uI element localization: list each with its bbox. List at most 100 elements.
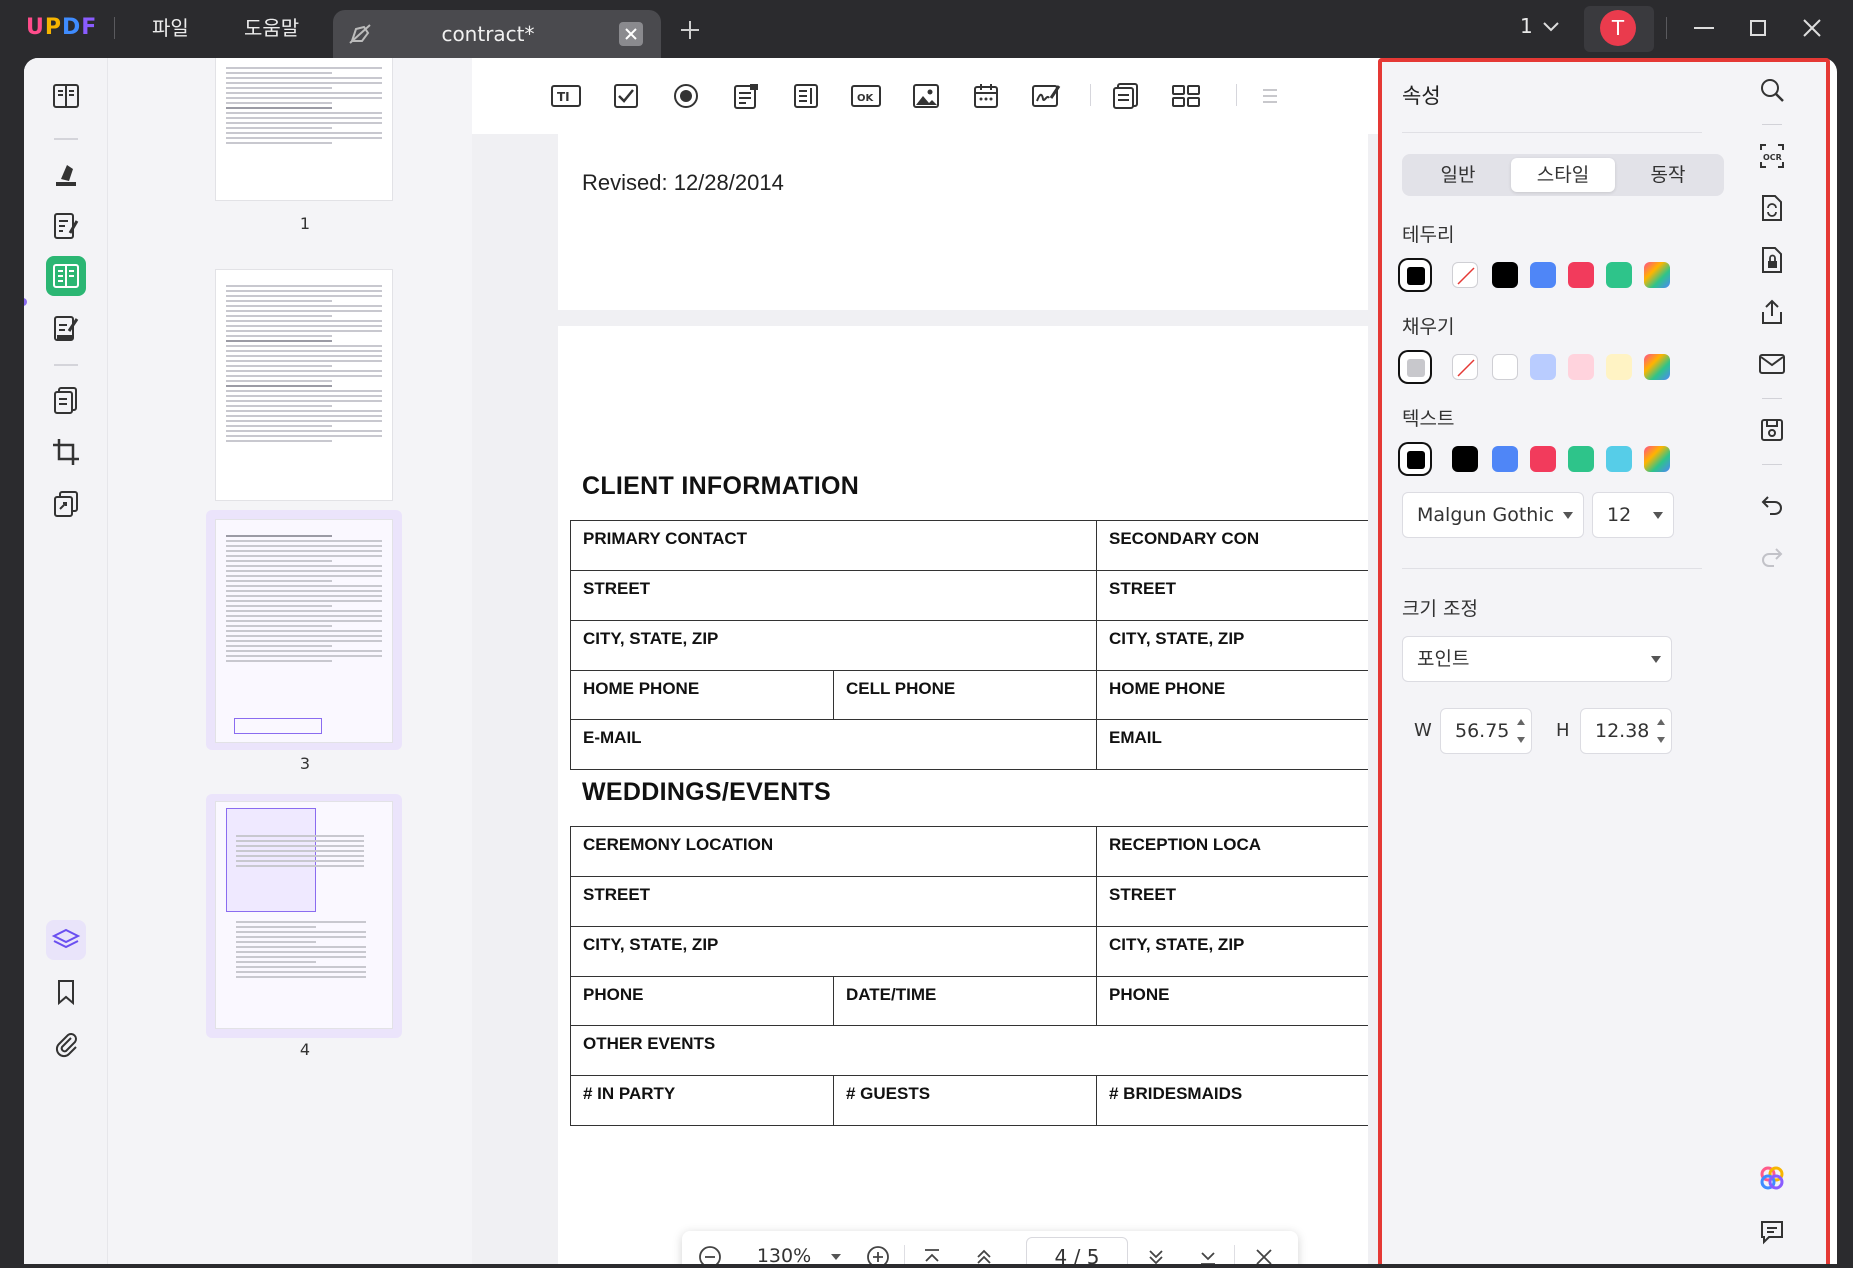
form-cell[interactable]: STREET	[570, 571, 1097, 621]
border-custom-color-swatch[interactable]	[1644, 262, 1670, 288]
page-number-input[interactable]: 4 / 5	[1026, 1237, 1128, 1264]
fill-swatch[interactable]	[1568, 354, 1594, 380]
zoom-in-icon[interactable]	[864, 1243, 892, 1264]
layers-icon[interactable]	[46, 920, 86, 960]
crop-page-icon[interactable]	[46, 432, 86, 472]
form-cell[interactable]: OTHER EVENTS	[570, 1026, 1368, 1076]
fill-no-color-swatch[interactable]	[1452, 354, 1478, 380]
list-box-icon[interactable]	[788, 78, 824, 114]
tab-action[interactable]: 동작	[1616, 158, 1720, 192]
form-cell[interactable]: CITY, STATE, ZIP	[1096, 927, 1368, 977]
document-view[interactable]: TI OK Revised: 12/28/2014 CLIENT INFORMA…	[472, 58, 1384, 1264]
fill-swatch[interactable]	[1530, 354, 1556, 380]
align-icon[interactable]	[1252, 78, 1282, 114]
decrement-icon[interactable]	[1517, 737, 1525, 743]
fill-swatch[interactable]	[1402, 354, 1428, 380]
fill-swatch[interactable]	[1606, 354, 1632, 380]
border-swatch[interactable]	[1530, 262, 1556, 288]
border-swatch[interactable]	[1402, 262, 1428, 288]
new-tab-plus-icon[interactable]	[678, 18, 702, 42]
email-icon[interactable]	[1754, 346, 1790, 382]
form-cell[interactable]: DATE/TIME	[833, 977, 1097, 1026]
document-tab[interactable]: contract*	[333, 10, 661, 58]
dropdown-field-icon[interactable]	[728, 78, 764, 114]
form-cell[interactable]: # GUESTS	[833, 1076, 1097, 1126]
organize-pages-icon[interactable]	[46, 380, 86, 420]
last-page-icon[interactable]	[1194, 1243, 1222, 1264]
form-cell[interactable]: CITY, STATE, ZIP	[570, 927, 1097, 977]
form-cell[interactable]: HOME PHONE	[1096, 671, 1368, 720]
signature-field-icon[interactable]	[1028, 78, 1064, 114]
bookmark-icon[interactable]	[46, 972, 86, 1012]
text-swatch[interactable]	[1402, 446, 1428, 472]
width-input[interactable]: 56.75	[1440, 708, 1532, 754]
text-field-icon[interactable]: TI	[548, 78, 584, 114]
increment-icon[interactable]	[1517, 719, 1525, 725]
attachment-icon[interactable]	[46, 1024, 86, 1064]
increment-icon[interactable]	[1657, 719, 1665, 725]
next-page-icon[interactable]	[1142, 1243, 1170, 1264]
maximize-icon[interactable]	[1744, 14, 1772, 42]
form-cell[interactable]: STREET	[1096, 571, 1368, 621]
radio-button-icon[interactable]	[668, 78, 704, 114]
close-tab-icon[interactable]	[619, 22, 643, 46]
zoom-out-icon[interactable]	[696, 1243, 724, 1264]
text-swatch[interactable]	[1568, 446, 1594, 472]
minimize-icon[interactable]	[1690, 14, 1718, 42]
checkbox-icon[interactable]	[608, 78, 644, 114]
form-cell[interactable]: SECONDARY CON	[1096, 521, 1368, 571]
form-cell[interactable]: PRIMARY CONTACT	[570, 521, 1097, 571]
search-icon[interactable]	[1754, 72, 1790, 108]
tab-style[interactable]: 스타일	[1511, 158, 1615, 192]
user-avatar[interactable]: T	[1600, 10, 1636, 46]
menu-help[interactable]: 도움말	[244, 13, 299, 43]
ai-assistant-icon[interactable]	[1754, 1160, 1790, 1196]
page-thumbnail-1[interactable]	[216, 58, 392, 200]
share-icon[interactable]	[1754, 294, 1790, 330]
border-swatch[interactable]	[1492, 262, 1518, 288]
form-cell[interactable]: PHONE	[1096, 977, 1368, 1026]
font-size-select[interactable]: 12	[1592, 492, 1674, 538]
updf-logo[interactable]: UPDF	[26, 15, 97, 40]
form-cell[interactable]: E-MAIL	[570, 720, 1097, 770]
resize-unit-select[interactable]: 포인트	[1402, 636, 1672, 682]
edit-pdf-icon[interactable]	[46, 206, 86, 246]
border-swatch[interactable]	[1606, 262, 1632, 288]
form-cell[interactable]: PHONE	[570, 977, 834, 1026]
date-field-icon[interactable]	[968, 78, 1004, 114]
zoom-level[interactable]: 130%	[744, 1245, 824, 1264]
form-cell[interactable]: HOME PHONE	[570, 671, 834, 720]
save-icon[interactable]	[1754, 412, 1790, 448]
window-page-selector[interactable]: 1	[1520, 14, 1533, 38]
button-field-icon[interactable]: OK	[848, 78, 884, 114]
close-navigation-icon[interactable]	[1250, 1243, 1278, 1264]
font-family-select[interactable]: Malgun Gothic	[1402, 492, 1584, 538]
first-page-icon[interactable]	[918, 1243, 946, 1264]
prepare-form-icon[interactable]	[46, 256, 86, 296]
fill-sign-icon[interactable]	[46, 308, 86, 348]
comment-highlighter-icon[interactable]	[46, 154, 86, 194]
redo-icon[interactable]	[1754, 538, 1790, 574]
page-thumbnail-2[interactable]	[216, 270, 392, 500]
page-thumbnail-4[interactable]	[216, 802, 392, 1028]
protect-icon[interactable]	[1754, 242, 1790, 278]
decrement-icon[interactable]	[1657, 737, 1665, 743]
form-cell[interactable]: # BRIDESMAIDS	[1096, 1076, 1368, 1126]
close-window-icon[interactable]	[1798, 14, 1826, 42]
image-field-icon[interactable]	[908, 78, 944, 114]
tab-general[interactable]: 일반	[1406, 158, 1510, 192]
fill-swatch[interactable]	[1492, 354, 1518, 380]
zoom-dropdown-caret-icon[interactable]	[830, 1253, 842, 1261]
border-swatch[interactable]	[1568, 262, 1594, 288]
border-no-color-swatch[interactable]	[1452, 262, 1478, 288]
text-swatch[interactable]	[1606, 446, 1632, 472]
form-cell[interactable]: # IN PARTY	[570, 1076, 834, 1126]
text-swatch[interactable]	[1492, 446, 1518, 472]
text-swatch[interactable]	[1452, 446, 1478, 472]
form-fields-list-icon[interactable]	[1108, 78, 1144, 114]
ocr-icon[interactable]: OCR	[1754, 138, 1790, 174]
page-thumbnail-3[interactable]	[216, 520, 392, 742]
fill-custom-color-swatch[interactable]	[1644, 354, 1670, 380]
form-cell[interactable]: STREET	[570, 877, 1097, 927]
comments-panel-icon[interactable]	[1754, 1214, 1790, 1250]
